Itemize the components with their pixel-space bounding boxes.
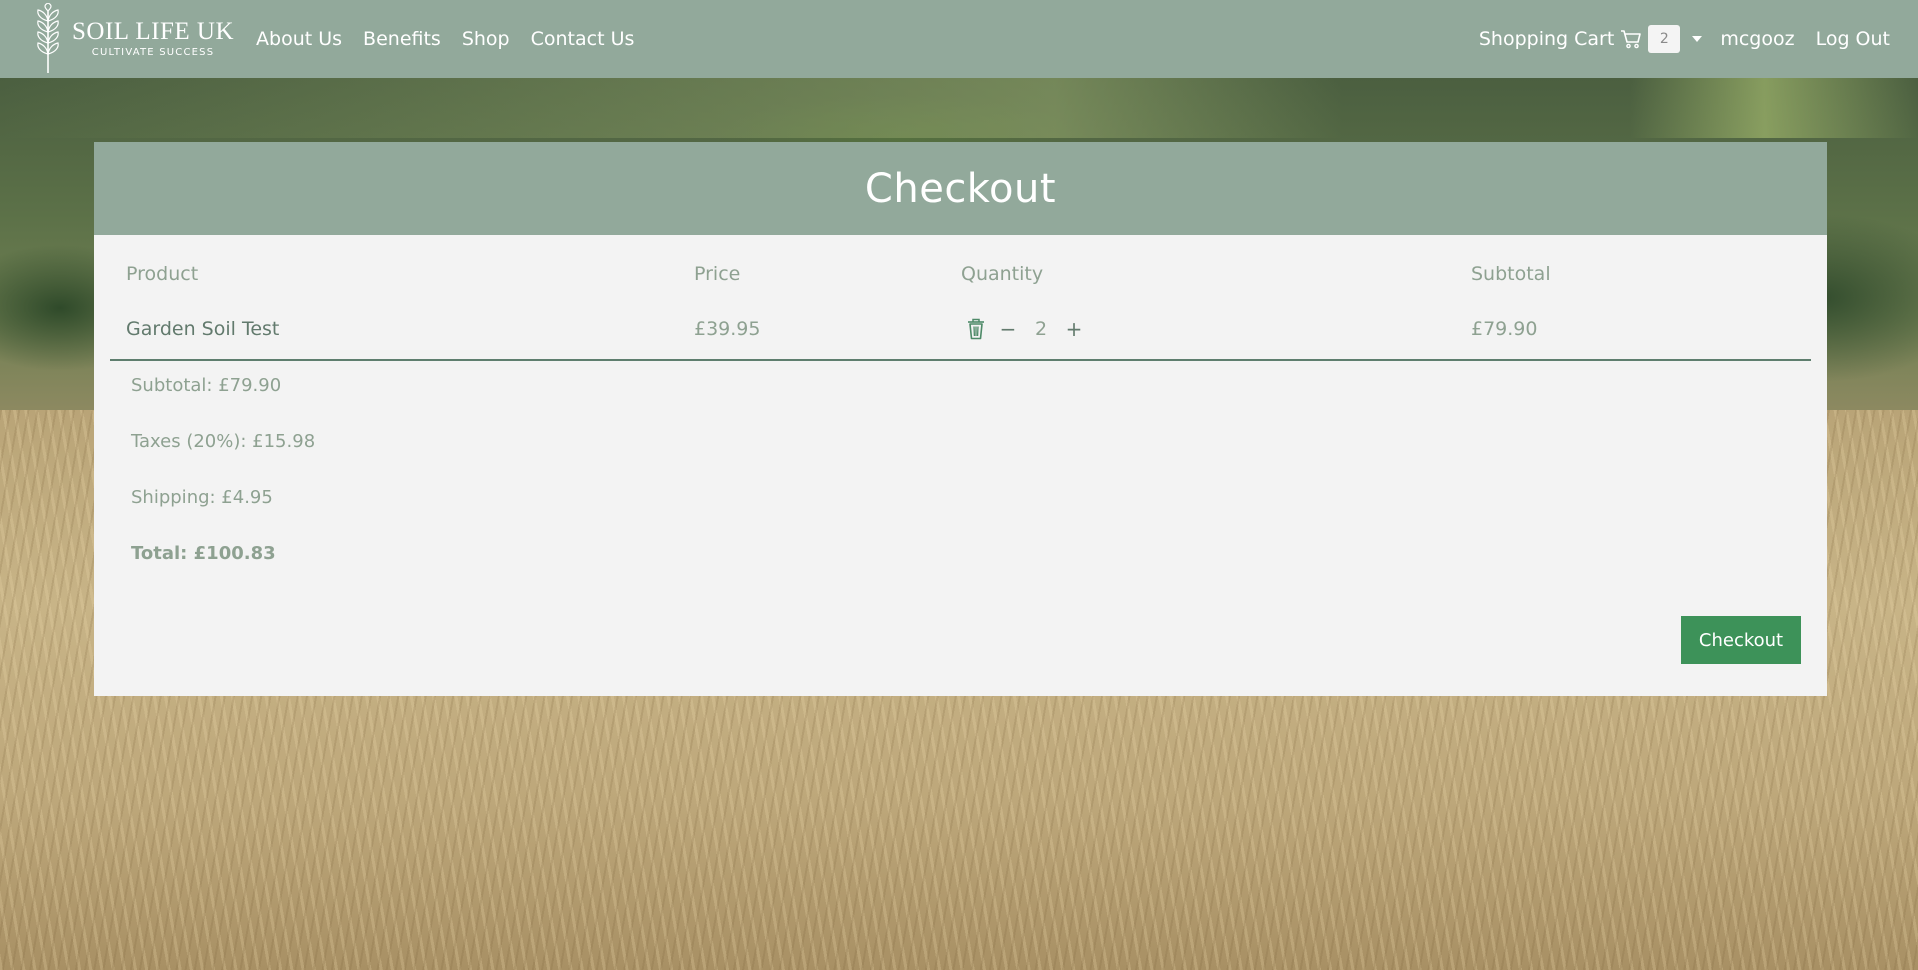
line-subtotal: £79.90: [1471, 317, 1538, 340]
column-header-subtotal: Subtotal: [1471, 263, 1551, 285]
nav-link-about-us[interactable]: About Us: [256, 28, 342, 50]
cart-count-badge: 2: [1648, 25, 1681, 53]
nav-link-shop[interactable]: Shop: [462, 28, 510, 50]
table-row: Garden Soil Test £39.95 − + £79.90: [110, 298, 1811, 361]
distant-fields: [0, 78, 1918, 138]
summary-taxes: Taxes (20%): £15.98: [131, 431, 316, 452]
nav-link-benefits[interactable]: Benefits: [363, 28, 441, 50]
caret-down-icon[interactable]: [1692, 36, 1703, 42]
brand-logo-link[interactable]: SOIL LIFE UK CULTIVATE SUCCESS: [28, 0, 234, 78]
nav-link-contact-us[interactable]: Contact Us: [531, 28, 635, 50]
cart-icon: [1621, 30, 1642, 49]
nav-links: About Us Benefits Shop Contact Us: [256, 28, 655, 50]
navbar: SOIL LIFE UK CULTIVATE SUCCESS About Us …: [0, 0, 1918, 78]
summary-total: Total: £100.83: [131, 543, 276, 564]
shopping-cart-label: Shopping Cart: [1478, 28, 1615, 50]
username-link[interactable]: mcgooz: [1720, 28, 1794, 50]
quantity-input[interactable]: [1019, 317, 1063, 340]
column-header-product: Product: [126, 263, 199, 285]
increase-quantity-button[interactable]: +: [1063, 317, 1085, 341]
brand-text: SOIL LIFE UK CULTIVATE SUCCESS: [72, 19, 234, 59]
cart-table: Product Price Quantity Subtotal Garden S…: [94, 235, 1827, 361]
product-price: £39.95: [694, 317, 761, 340]
decrease-quantity-button[interactable]: −: [997, 317, 1019, 341]
logout-link[interactable]: Log Out: [1816, 28, 1890, 50]
checkout-title: Checkout: [94, 142, 1827, 235]
summary-shipping: Shipping: £4.95: [131, 487, 273, 508]
checkout-button[interactable]: Checkout: [1681, 616, 1801, 664]
quantity-stepper: − +: [961, 317, 1471, 341]
trash-icon[interactable]: [965, 317, 987, 341]
wheat-icon: [37, 3, 59, 73]
checkout-card: Checkout Product Price Quantity Subtotal…: [94, 142, 1827, 696]
table-header-row: Product Price Quantity Subtotal: [110, 235, 1811, 298]
column-header-quantity: Quantity: [961, 263, 1044, 285]
nav-right: Shopping Cart 2 mcgooz Log Out: [1479, 25, 1890, 53]
column-header-price: Price: [694, 263, 741, 285]
product-name: Garden Soil Test: [126, 317, 280, 340]
shopping-cart-link[interactable]: Shopping Cart 2: [1478, 25, 1681, 53]
order-summary: Subtotal: £79.90 Taxes (20%): £15.98 Shi…: [94, 361, 1827, 567]
brand-tagline: CULTIVATE SUCCESS: [91, 47, 215, 58]
summary-subtotal: Subtotal: £79.90: [131, 375, 282, 396]
brand-name: SOIL LIFE UK: [72, 18, 235, 45]
